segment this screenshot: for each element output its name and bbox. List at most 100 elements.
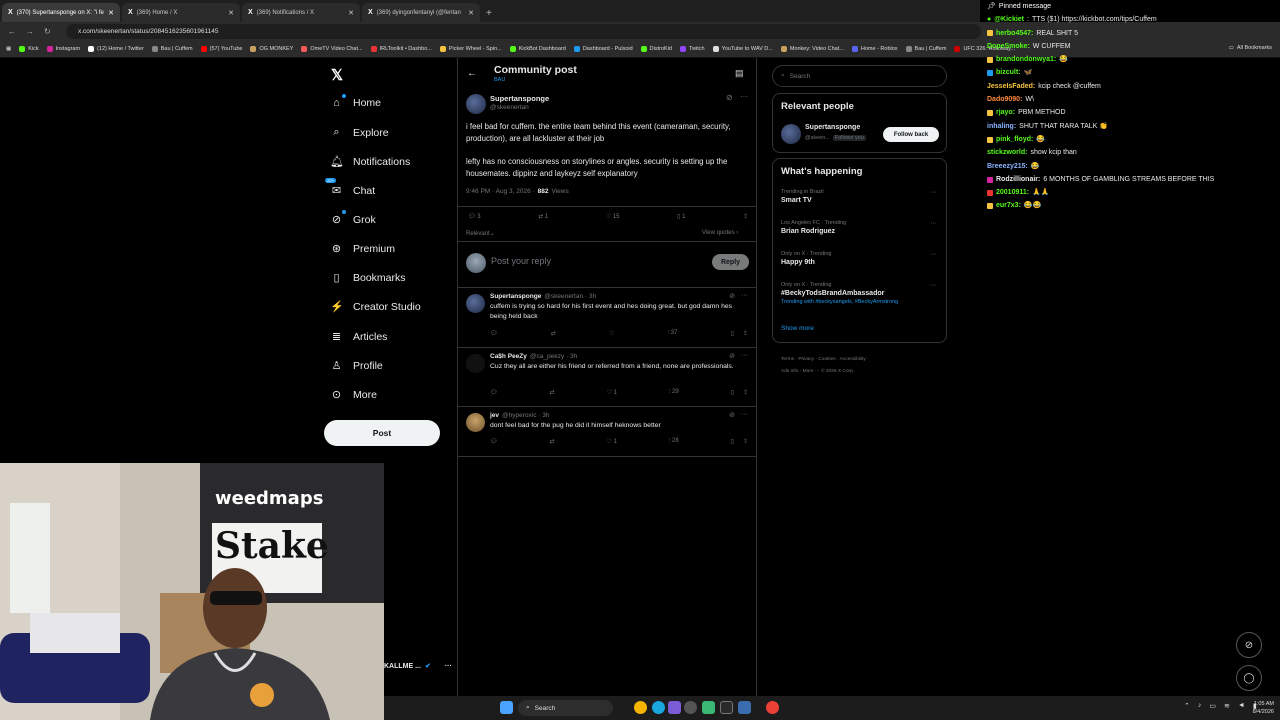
windows-start-icon[interactable] — [500, 701, 513, 714]
reply-tweet[interactable]: jev @hyperoxic · 3h ⊘ ··· dont feel bad fo… — [458, 407, 756, 457]
author-handle[interactable]: @skeenertan — [490, 104, 529, 111]
chrome-icon[interactable] — [766, 701, 779, 714]
trend-item[interactable]: Only on X · Trending #BeckyTodsBrandAmbas… — [781, 282, 941, 305]
more-options-icon[interactable]: ··· — [930, 282, 937, 289]
community-name[interactable]: BAU — [494, 77, 505, 83]
bookmark-item[interactable]: Picker Wheel - Spin... — [439, 46, 502, 52]
reply-tweet[interactable]: Supertansponge @skeenertan · 3h ⊘ ··· cuff… — [458, 288, 756, 348]
bookmark-icon[interactable]: ▯ — [731, 389, 734, 396]
show-more-link[interactable]: Show more — [781, 325, 814, 332]
reply-button[interactable]: 💬︎ 3 — [468, 213, 481, 220]
bookmark-icon[interactable]: ▯ — [731, 438, 734, 445]
reply-icon[interactable]: 💬︎ — [490, 389, 498, 396]
more-options-icon[interactable]: ··· — [930, 189, 937, 196]
bookmark-item[interactable]: Monkey: Video Chat... — [780, 46, 844, 52]
trend-item[interactable]: Only on X · Trending Happy 9th ··· — [781, 251, 941, 266]
back-arrow-icon[interactable]: ← — [467, 68, 477, 79]
nav-item-profile[interactable]: ♙ Profile — [330, 359, 383, 373]
reply-submit-button[interactable]: Reply — [712, 254, 749, 270]
nav-item-more[interactable]: ⊙ More — [330, 388, 377, 402]
nav-item-notifications[interactable]: 🔔︎ Notifications — [330, 155, 410, 169]
bookmark-item[interactable]: YouTube to WAV D... — [712, 46, 773, 52]
forward-icon[interactable]: → — [26, 27, 34, 36]
bookmark-item[interactable]: DistroKid — [640, 46, 672, 52]
like-button[interactable]: ♡ 1 — [607, 438, 617, 445]
reader-icon[interactable]: ▤ — [735, 68, 744, 79]
discord-icon[interactable] — [668, 701, 681, 714]
back-icon[interactable]: ← — [8, 27, 16, 36]
browser-tab[interactable]: X (369) dyingonfentanyl (@fentan ✕ — [362, 3, 480, 22]
taskbar-clock[interactable]: 1:05 AM 8/4/2026 — [1253, 700, 1274, 716]
grok-icon[interactable]: ⊘ — [729, 352, 735, 360]
browser-tab[interactable]: X (369) Notifications / X ✕ — [242, 3, 360, 22]
bookmark-item[interactable]: Bau | Cuffem — [151, 46, 193, 52]
bookmark-icon[interactable]: ▯ — [731, 330, 734, 337]
views-button[interactable]: ⫶ 29 — [669, 389, 679, 396]
more-options-icon[interactable]: ··· — [741, 352, 748, 360]
bookmark-item[interactable]: OmeTV Video Chat... — [301, 46, 363, 52]
bookmark-item[interactable]: Kick — [19, 46, 39, 52]
author-name[interactable]: Supertansponge — [490, 94, 549, 103]
views-button[interactable]: ⫶ 37 — [668, 330, 678, 337]
nav-item-home[interactable]: ⌂ Home — [330, 94, 381, 109]
browser-tab[interactable]: X (369) Home / X ✕ — [122, 3, 240, 22]
reply-icon[interactable]: 💬︎ — [490, 330, 498, 337]
view-quotes-link[interactable]: View quotes › — [702, 230, 738, 236]
reply-icon[interactable]: 💬︎ — [490, 438, 498, 445]
like-button[interactable]: ♡ 15 — [606, 213, 620, 220]
share-icon[interactable]: ⇪ — [743, 330, 748, 337]
nav-item-bookmarks[interactable]: ▯ Bookmarks — [330, 271, 405, 285]
avatar[interactable] — [466, 94, 486, 114]
system-tray[interactable]: ⌃ ♪ ▭ ≋ ◄ ▮ — [1184, 702, 1257, 710]
more-options-icon[interactable]: ··· — [740, 92, 748, 101]
more-options-icon[interactable]: ··· — [930, 251, 937, 258]
sort-dropdown[interactable]: Relevant⌄ — [466, 230, 495, 237]
grok-icon[interactable]: ⊘ — [729, 411, 735, 419]
views-button[interactable]: ⫶ 28 — [669, 438, 679, 445]
avatar[interactable] — [466, 413, 485, 432]
grok-icon[interactable]: ⊘ — [729, 292, 735, 300]
apps-icon[interactable]: ▦ — [6, 46, 11, 52]
chrome-icon[interactable] — [634, 701, 647, 714]
x-logo-icon[interactable]: 𝕏 — [331, 66, 343, 84]
more-options-icon[interactable]: ··· — [741, 292, 748, 300]
repost-icon[interactable]: ⇄ — [550, 389, 555, 396]
close-tab-icon[interactable]: ✕ — [468, 9, 474, 17]
nav-item-creator-studio[interactable]: ⚡ Creator Studio — [330, 300, 421, 314]
share-icon[interactable]: ⇪ — [743, 438, 748, 445]
avatar[interactable] — [466, 354, 485, 373]
search-input[interactable]: ⌕ Search — [772, 65, 947, 87]
reply-tweet[interactable]: Ca$h PeeZy @ca_peezy · 3h ⊘ ··· Cuz they a… — [458, 348, 756, 407]
grok-button[interactable]: ⊘ — [1236, 632, 1262, 658]
nav-item-premium[interactable]: ⊛ Premium — [330, 242, 395, 256]
reload-icon[interactable]: ↻ — [44, 27, 51, 36]
steam-icon[interactable] — [738, 701, 751, 714]
bookmark-item[interactable]: Home - Roblox — [851, 46, 898, 52]
nav-item-articles[interactable]: ≣ Articles — [330, 330, 388, 344]
taskbar-search[interactable]: ⌕ Search — [518, 700, 613, 716]
footer-links[interactable]: Terms · Privacy · Cookies · Accessibilit… — [781, 354, 941, 378]
new-tab-icon[interactable]: + — [486, 8, 492, 19]
nav-item-chat[interactable]: ✉ 20+ Chat — [325, 178, 375, 197]
trend-item[interactable]: Los Angeles FC · Trending Brian Rodriguez… — [781, 220, 941, 235]
account-switcher[interactable]: KALLME ... ✔ ··· — [384, 662, 452, 671]
file-explorer-icon[interactable] — [720, 701, 733, 714]
close-tab-icon[interactable]: ✕ — [228, 9, 234, 17]
avatar[interactable] — [781, 124, 801, 144]
share-icon[interactable]: ⇪ — [743, 213, 748, 220]
close-tab-icon[interactable]: ✕ — [348, 9, 354, 17]
nav-item-grok[interactable]: ⊘ Grok — [330, 210, 376, 226]
repost-icon[interactable]: ⇄ — [550, 438, 555, 445]
bookmark-item[interactable]: (12) Home / Twitter — [88, 46, 144, 52]
browser-tab[interactable]: X (370) Supertansponge on X: "i fe ✕ — [2, 3, 120, 22]
grok-icon[interactable]: ⊘ — [726, 93, 733, 102]
like-button[interactable]: ♡ 1 — [607, 389, 617, 396]
nav-item-explore[interactable]: ⌕ Explore — [330, 126, 388, 139]
bookmark-button[interactable]: ▯ 1 — [677, 213, 685, 220]
edge-icon[interactable] — [652, 701, 665, 714]
post-button[interactable]: Post — [324, 420, 440, 446]
messages-button[interactable]: ◯ — [1236, 665, 1262, 691]
trend-item[interactable]: Trending in Brazil Smart TV ··· — [781, 189, 941, 204]
bookmark-item[interactable]: Bau | Cuffem — [905, 46, 946, 52]
avatar[interactable] — [466, 294, 485, 313]
